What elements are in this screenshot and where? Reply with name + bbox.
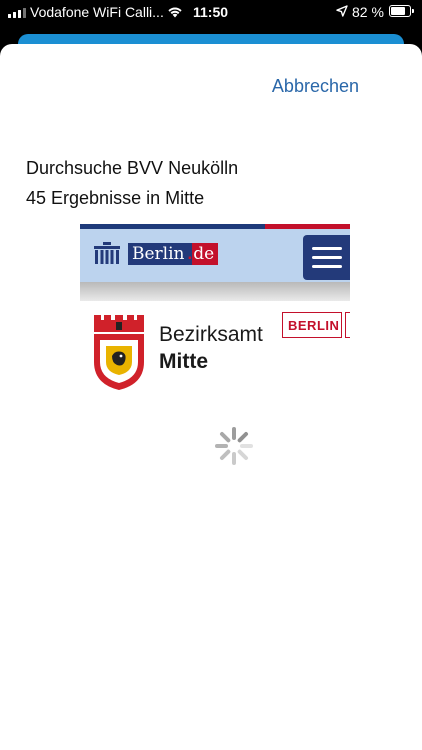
banner-shadow-strip (80, 282, 350, 301)
berlin-header-banner: Berlin. de (80, 224, 350, 301)
berlin-de-logo[interactable]: Berlin. de (92, 239, 219, 265)
berlin-logo-name: Berlin (128, 243, 188, 265)
loading-spinner-icon (215, 427, 253, 465)
banner-blue-stripe (80, 224, 265, 229)
mitte-label: Mitte (159, 350, 208, 373)
signal-icon (8, 7, 26, 18)
spinner-spoke (219, 449, 231, 461)
spinner-spoke (237, 431, 249, 443)
cancel-button[interactable]: Abbrechen (272, 76, 359, 97)
bezirksamt-label: Bezirksamt (159, 323, 263, 346)
battery-percent: 82 % (352, 4, 384, 20)
carrier-name: Vodafone WiFi Calli... (30, 4, 164, 20)
status-bar: Vodafone WiFi Calli... 11:50 82 % (0, 0, 422, 26)
coat-of-arms-icon (92, 314, 146, 390)
location-arrow-icon (336, 5, 348, 17)
search-sheet: Abbrechen Durchsuche BVV Neukölln 45 Erg… (0, 44, 422, 750)
hamburger-menu-icon[interactable] (303, 235, 350, 280)
berlin-badge: BERLIN (282, 312, 342, 338)
spinner-spoke (237, 449, 249, 461)
wifi-icon (168, 7, 182, 18)
berlin-badge-edge (345, 312, 350, 338)
banner-red-stripe (265, 224, 350, 229)
berlin-logo-tld: de (192, 243, 219, 265)
search-title: Durchsuche BVV Neukölln (26, 158, 239, 178)
battery-icon (389, 5, 414, 17)
status-time: 11:50 (193, 4, 229, 20)
results-count: 45 Ergebnisse in Mitte (26, 188, 205, 208)
brandenburg-gate-icon (94, 242, 120, 264)
spinner-spoke (219, 431, 231, 443)
